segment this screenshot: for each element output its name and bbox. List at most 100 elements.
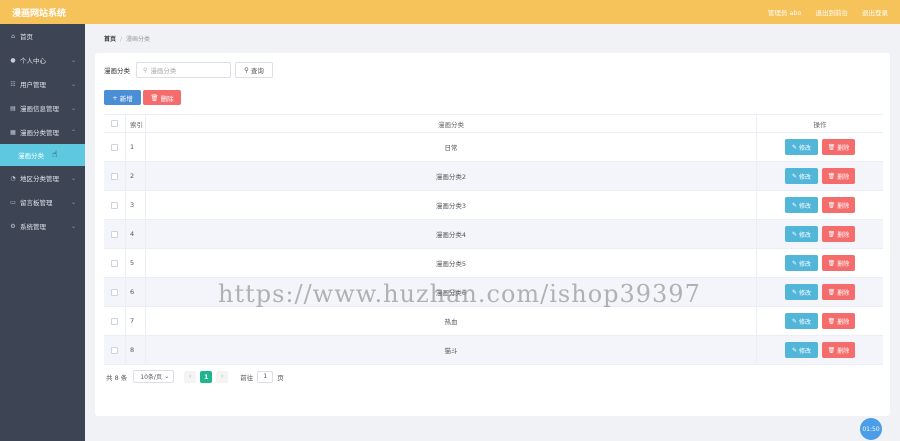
- current-page[interactable]: 1: [200, 370, 213, 383]
- delete-button[interactable]: 🗑 删除: [822, 342, 855, 358]
- row-name: 热血: [145, 307, 756, 335]
- sidebar-item-region-category[interactable]: ◔ 地区分类管理 ⌄: [0, 166, 85, 190]
- edit-label: 修改: [799, 144, 812, 152]
- page-size-select[interactable]: 10条/页 ⌄: [133, 370, 175, 383]
- row-checkbox[interactable]: [111, 288, 118, 296]
- sidebar-item-home[interactable]: ⌂ 首页: [0, 24, 85, 48]
- edit-label: 修改: [799, 231, 812, 239]
- row-name: 漫画分类5: [145, 249, 756, 277]
- delete-label: 删除: [837, 289, 850, 297]
- chevron-up-icon: ⌃: [70, 128, 76, 136]
- sidebar-item-profile[interactable]: ● 个人中心 ⌄: [0, 48, 85, 72]
- sidebar-subitem-comic-category[interactable]: 漫画分类 ☝: [0, 144, 85, 166]
- edit-button[interactable]: ✎ 修改: [785, 342, 818, 358]
- next-page-button[interactable]: ›: [216, 370, 229, 383]
- delete-button[interactable]: 🗑 删除: [822, 284, 855, 300]
- edit-icon: ✎: [791, 201, 797, 209]
- chevron-down-icon: ⌄: [70, 174, 76, 182]
- goto-frontend-link[interactable]: 退出到前台: [816, 7, 849, 17]
- edit-button[interactable]: ✎ 修改: [785, 313, 818, 329]
- search-row: 漫画分类 ⚲ 漫画分类 ⚲ 查询: [104, 62, 273, 78]
- query-button[interactable]: ⚲ 查询: [235, 62, 273, 78]
- sidebar-item-label: 地区分类管理: [20, 175, 59, 183]
- row-checkbox[interactable]: [111, 346, 118, 354]
- pagination-total: 共 8 条: [106, 373, 128, 382]
- sidebar-item-label: 用户管理: [20, 81, 46, 89]
- edit-button[interactable]: ✎ 修改: [785, 255, 818, 271]
- breadcrumb-current: 漫画分类: [126, 36, 151, 43]
- delete-label: 删除: [837, 318, 850, 326]
- delete-button[interactable]: 🗑 删除: [822, 197, 855, 213]
- logout-link[interactable]: 退出登录: [862, 7, 888, 17]
- batch-delete-button[interactable]: 🗑 删除: [143, 90, 181, 105]
- sidebar-item-comic-info[interactable]: ▤ 漫画信息管理 ⌄: [0, 96, 85, 120]
- select-all-checkbox[interactable]: [111, 120, 118, 127]
- row-index: 2: [125, 162, 145, 190]
- edit-icon: ✎: [791, 143, 797, 151]
- breadcrumb-home[interactable]: 首页: [104, 36, 116, 43]
- timer-badge: 01:50: [860, 418, 882, 440]
- search-input[interactable]: ⚲ 漫画分类: [136, 62, 231, 78]
- table-row: 2 漫画分类2 ✎ 修改 🗑 删除: [104, 162, 883, 191]
- trash-icon: 🗑: [827, 230, 836, 238]
- category-table: 索引 漫画分类 操作 1 日常 ✎ 修改 🗑 删除 2 漫画分类2 ✎ 修改 🗑 删除 3 漫画分类3 ✎ 修…: [104, 114, 883, 365]
- jump-suffix: 页: [277, 373, 284, 382]
- jump-page-input[interactable]: 1: [257, 370, 274, 383]
- delete-button[interactable]: 🗑 删除: [822, 168, 855, 184]
- prev-page-button[interactable]: ‹: [184, 370, 197, 383]
- header-name: 漫画分类: [145, 115, 756, 132]
- trash-icon: 🗑: [827, 288, 836, 296]
- search-placeholder: 漫画分类: [150, 67, 177, 75]
- batch-delete-label: 删除: [160, 94, 174, 103]
- sidebar-item-label: 个人中心: [20, 57, 46, 65]
- breadcrumb: 首页 / 漫画分类: [104, 36, 151, 43]
- edit-label: 修改: [799, 202, 812, 210]
- row-index: 6: [125, 278, 145, 306]
- delete-button[interactable]: 🗑 删除: [822, 313, 855, 329]
- row-name: 漫画分类2: [145, 162, 756, 190]
- edit-label: 修改: [799, 260, 812, 268]
- sidebar-item-system[interactable]: ⚙ 系统管理 ⌄: [0, 214, 85, 238]
- edit-button[interactable]: ✎ 修改: [785, 197, 818, 213]
- edit-label: 修改: [799, 173, 812, 181]
- row-checkbox[interactable]: [111, 230, 118, 238]
- table-row: 3 漫画分类3 ✎ 修改 🗑 删除: [104, 191, 883, 220]
- edit-button[interactable]: ✎ 修改: [785, 168, 818, 184]
- chevron-down-icon: ⌄: [164, 373, 170, 380]
- chevron-down-icon: ⌄: [70, 222, 76, 230]
- trash-icon: 🗑: [827, 172, 836, 180]
- grid-icon: ▦: [10, 128, 16, 136]
- sidebar-item-users[interactable]: ☷ 用户管理 ⌄: [0, 72, 85, 96]
- trash-icon: 🗑: [827, 317, 836, 325]
- row-actions: ✎ 修改 🗑 删除: [756, 307, 883, 335]
- search-icon: ⚲: [143, 66, 148, 74]
- row-checkbox[interactable]: [111, 143, 118, 151]
- trash-icon: 🗑: [827, 346, 836, 354]
- trash-icon: 🗑: [827, 143, 836, 151]
- top-links: 管理员 abo 退出到前台 退出登录: [768, 7, 888, 17]
- add-button[interactable]: + 新增: [104, 90, 141, 105]
- row-checkbox[interactable]: [111, 201, 118, 209]
- delete-label: 删除: [837, 144, 850, 152]
- trash-icon: 🗑: [827, 201, 836, 209]
- row-name: 日常: [145, 133, 756, 161]
- edit-button[interactable]: ✎ 修改: [785, 284, 818, 300]
- edit-button[interactable]: ✎ 修改: [785, 226, 818, 242]
- delete-button[interactable]: 🗑 删除: [822, 139, 855, 155]
- sidebar-item-label: 漫画信息管理: [20, 105, 59, 113]
- sidebar-item-messages[interactable]: ▭ 留言板管理 ⌄: [0, 190, 85, 214]
- delete-button[interactable]: 🗑 删除: [822, 226, 855, 242]
- table-row: 5 漫画分类5 ✎ 修改 🗑 删除: [104, 249, 883, 278]
- row-actions: ✎ 修改 🗑 删除: [756, 191, 883, 219]
- row-checkbox[interactable]: [111, 259, 118, 267]
- admin-user-label[interactable]: 管理员 abo: [768, 7, 802, 17]
- jump-prefix: 前往: [240, 373, 254, 382]
- row-checkbox[interactable]: [111, 317, 118, 325]
- delete-label: 删除: [837, 202, 850, 210]
- chevron-down-icon: ⌄: [70, 104, 76, 112]
- row-checkbox[interactable]: [111, 172, 118, 180]
- add-button-label: 新增: [119, 94, 133, 103]
- delete-button[interactable]: 🗑 删除: [822, 255, 855, 271]
- edit-button[interactable]: ✎ 修改: [785, 139, 818, 155]
- sidebar-item-comic-category[interactable]: ▦ 漫画分类管理 ⌃: [0, 120, 85, 144]
